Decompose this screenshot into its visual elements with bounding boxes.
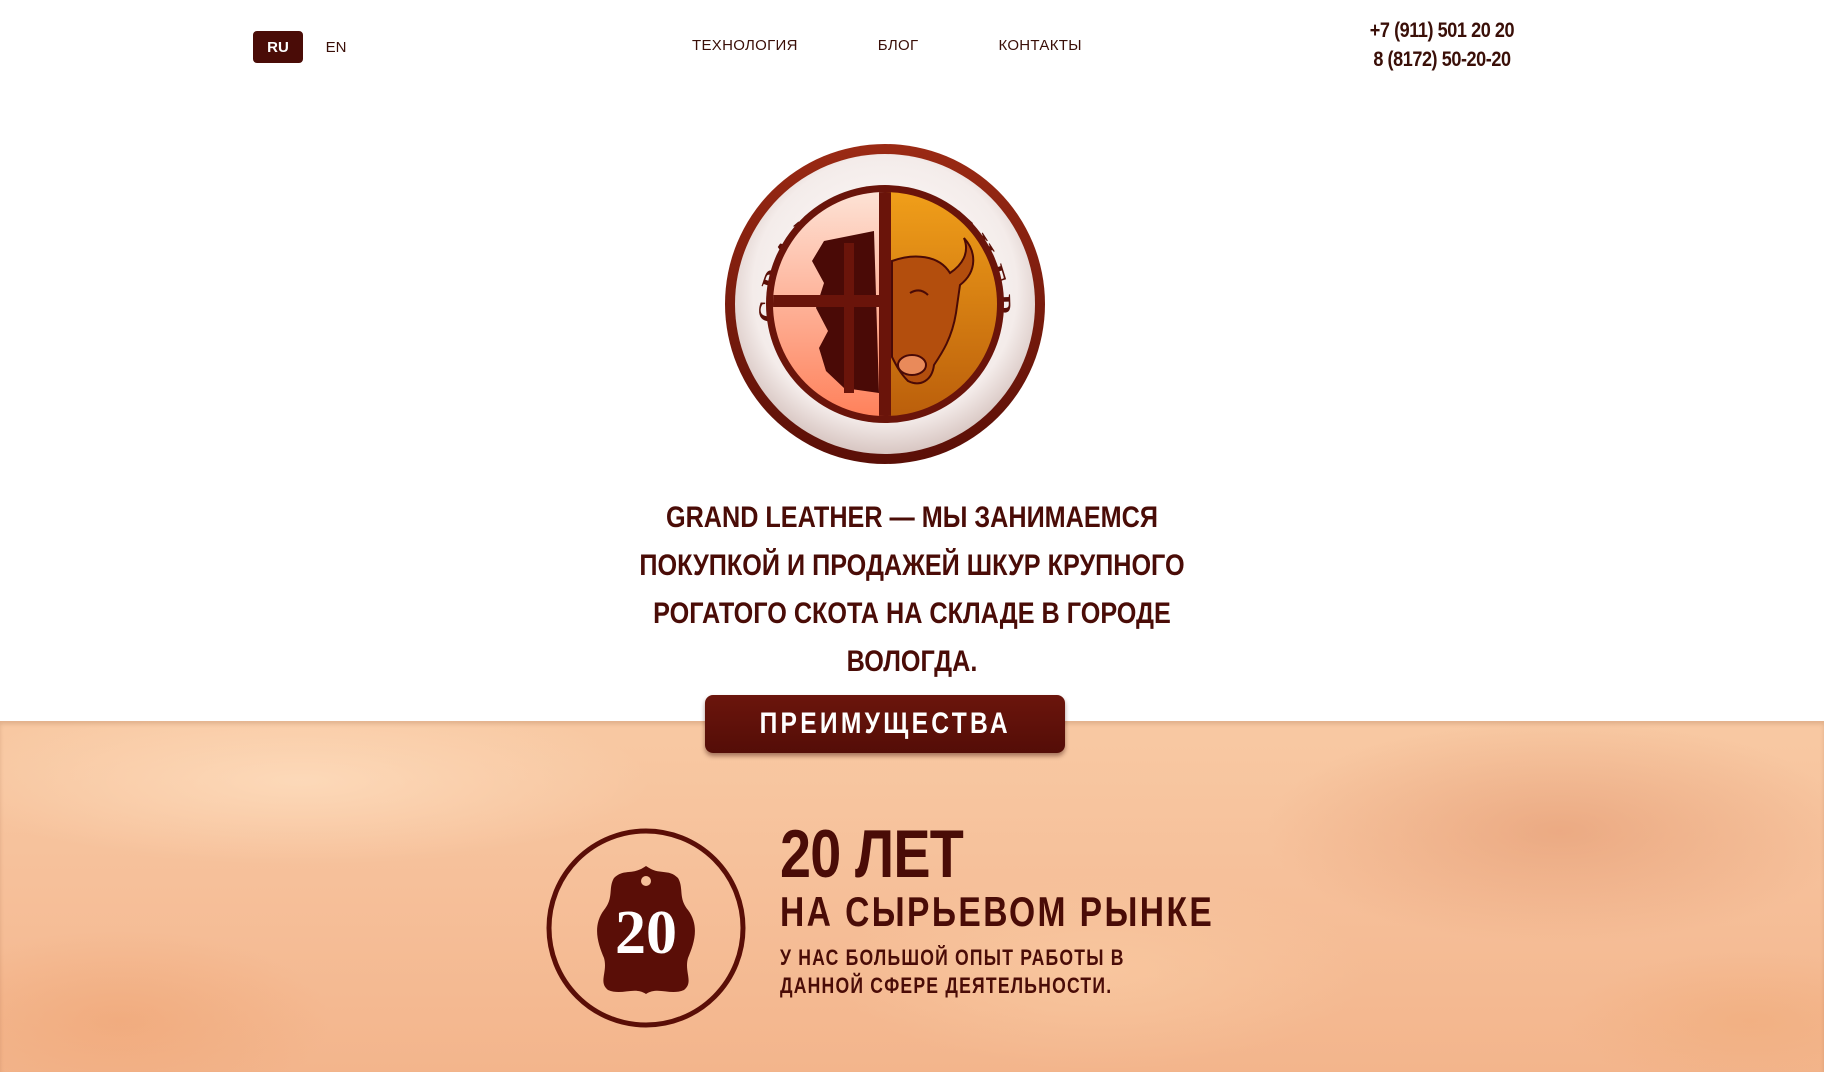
advantage-item: 20 ЛЕТ НА СЫРЬЕВОМ РЫНКЕ У НАС БОЛЬШОЙ О… xyxy=(780,818,1323,1000)
advantage-description: У НАС БОЛЬШОЙ ОПЫТ РАБОТЫ В ДАННОЙ СФЕРЕ… xyxy=(780,945,1125,998)
hero-tagline: GRAND LEATHER — МЫ ЗАНИМАЕМСЯ ПОКУПКОЙ И… xyxy=(639,501,1185,678)
nav-link-contacts[interactable]: КОНТАКТЫ xyxy=(998,37,1081,54)
nav-link-blog[interactable]: БЛОГ xyxy=(878,37,919,54)
language-switcher: RU EN xyxy=(253,31,361,63)
main-nav: ТЕХНОЛОГИЯ БЛОГ КОНТАКТЫ xyxy=(692,37,1082,54)
phone-landline[interactable]: 8 (8172) 50-20-20 xyxy=(1370,45,1514,74)
bull-emblem-icon: GRAND LEATHER xyxy=(725,144,1045,464)
advantages-heading-label: ПРЕИМУЩЕСТВА xyxy=(759,707,1011,740)
lang-en-button[interactable]: EN xyxy=(311,31,361,63)
nav-link-technology[interactable]: ТЕХНОЛОГИЯ xyxy=(692,37,798,54)
hide-badge-icon: 20 xyxy=(544,826,748,1030)
page: RU EN ТЕХНОЛОГИЯ БЛОГ КОНТАКТЫ +7 (911) … xyxy=(0,0,1824,1072)
badge-number: 20 xyxy=(615,899,677,967)
advantage-title: 20 ЛЕТ xyxy=(780,816,964,892)
lang-ru-button[interactable]: RU xyxy=(253,31,303,63)
phone-block: +7 (911) 501 20 20 8 (8172) 50-20-20 xyxy=(1358,16,1526,74)
phone-mobile[interactable]: +7 (911) 501 20 20 xyxy=(1370,16,1515,45)
advantages-heading: ПРЕИМУЩЕСТВА xyxy=(705,695,1065,753)
grand-leather-logo[interactable]: GRAND LEATHER xyxy=(724,143,1046,465)
advantage-subtitle: НА СЫРЬЕВОМ РЫНКЕ xyxy=(780,888,1215,935)
